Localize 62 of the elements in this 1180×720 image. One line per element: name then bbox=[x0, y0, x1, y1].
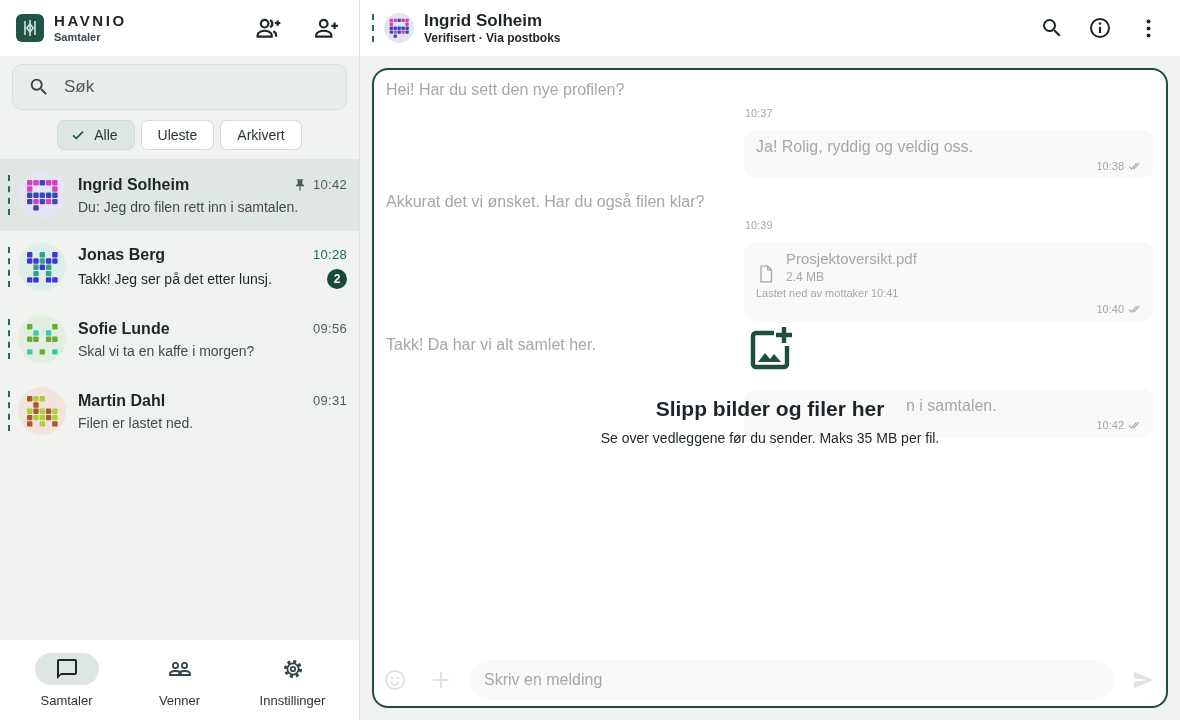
chat-icon bbox=[54, 656, 79, 681]
filter-chip[interactable]: Alle bbox=[57, 120, 135, 150]
message-time: 10:40 bbox=[1096, 302, 1124, 316]
message-preview: Takk! Jeg ser på det etter lunsj. bbox=[78, 270, 273, 287]
nav-tab[interactable]: Venner bbox=[124, 640, 235, 720]
avatar bbox=[384, 13, 414, 43]
file-name: Prosjektoversikt.pdf bbox=[786, 250, 917, 267]
message-time: 09:31 bbox=[312, 393, 347, 408]
contact-name: Martin Dahl bbox=[78, 391, 167, 410]
contact-status: Verifisert · Via postboks bbox=[424, 31, 562, 45]
message-text: Hei! Har du sett den nye profilen? bbox=[386, 80, 626, 100]
avatar bbox=[18, 171, 66, 219]
file-size: 2.4 MB bbox=[786, 270, 825, 284]
conversation-item[interactable]: Ingrid Solheim 10:42 Du: Jeg dro filen rett inn i samtalen. bbox=[0, 159, 359, 231]
contact-name: Jonas Berg bbox=[78, 245, 167, 264]
message-time: 10:42 bbox=[312, 177, 347, 192]
section-title: Samtaler bbox=[54, 30, 102, 44]
dashed-line bbox=[8, 391, 10, 431]
info-icon bbox=[1088, 16, 1112, 40]
message-field[interactable]: Skriv en melding bbox=[470, 660, 1114, 700]
drop-title: Slipp bilder og filer her bbox=[655, 396, 885, 422]
message-text: Akkurat det vi ønsket. Har du også filen klar? bbox=[386, 192, 706, 212]
message-text: Takk! Da har vi alt samlet her. bbox=[386, 335, 597, 355]
dashed-line bbox=[372, 14, 374, 42]
conversation-item[interactable]: Jonas Berg 10:28 Takk! Jeg ser på det etter lunsj. 2 bbox=[0, 231, 359, 303]
logo bbox=[16, 14, 44, 42]
contact-name: Ingrid Solheim bbox=[424, 11, 544, 31]
avatar bbox=[18, 243, 66, 291]
message-preview: Du: Jeg dro filen rett inn i samtalen. bbox=[78, 198, 300, 215]
contact-name: Sofie Lunde bbox=[78, 319, 171, 338]
avatar bbox=[18, 315, 66, 363]
message-time: 10:39 bbox=[745, 218, 774, 232]
conversation-item[interactable]: Martin Dahl 09:31 Filen er lastet ned. bbox=[0, 375, 359, 447]
download-note: Lastet ned av mottaker 10:41 bbox=[756, 287, 900, 299]
message-preview: Skal vi ta en kaffe i morgen? bbox=[78, 342, 256, 359]
drop-hint: Se over vedleggene før du sender. Maks 35 MB per fil. bbox=[600, 430, 940, 446]
drop-zone[interactable] bbox=[372, 68, 1168, 708]
message-text: n i samtalen. bbox=[906, 397, 997, 415]
conversation-item[interactable]: Sofie Lunde 09:56 Skal vi ta en kaffe i morgen? bbox=[0, 303, 359, 375]
message-time: 10:37 bbox=[745, 106, 774, 120]
search-icon bbox=[28, 76, 50, 98]
nav-tab[interactable]: Innstillinger bbox=[237, 640, 348, 720]
app-name: HAVNIO bbox=[54, 12, 128, 30]
filter-chip[interactable]: Arkivert bbox=[220, 120, 302, 150]
send-icon bbox=[1132, 669, 1154, 691]
dashed-line bbox=[8, 319, 10, 359]
filter-chip[interactable]: Uleste bbox=[140, 120, 215, 150]
message-time: 10:28 bbox=[312, 247, 347, 262]
message-preview: Filen er lastet ned. bbox=[78, 414, 195, 431]
emoji-icon bbox=[383, 668, 407, 692]
message-time: 10:42 bbox=[1096, 418, 1124, 432]
dashed-line bbox=[8, 247, 10, 287]
message-text: Ja! Rolig, ryddig og veldig oss. bbox=[756, 138, 974, 156]
unread-badge: 2 bbox=[327, 268, 347, 289]
contact-name: Ingrid Solheim bbox=[78, 175, 191, 194]
dashed-line bbox=[8, 175, 10, 215]
search-field[interactable]: Søk bbox=[12, 64, 347, 110]
nav-tab[interactable]: Samtaler bbox=[11, 640, 122, 720]
message-time: 09:56 bbox=[312, 321, 347, 336]
avatar bbox=[18, 387, 66, 435]
message-time: 10:38 bbox=[1096, 159, 1124, 173]
more-icon bbox=[1145, 18, 1151, 38]
